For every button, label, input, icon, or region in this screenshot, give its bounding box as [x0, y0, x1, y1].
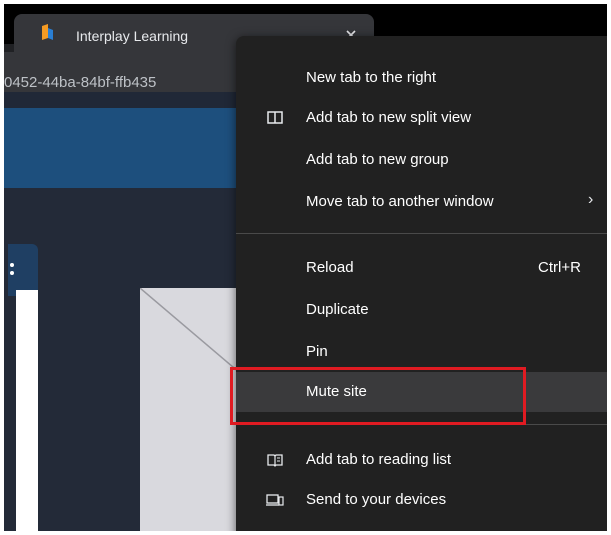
interplay-learning-logo-icon — [40, 24, 54, 42]
chevron-right-icon: › — [588, 191, 594, 208]
reload-shortcut: Ctrl+R — [538, 259, 581, 276]
tab-context-menu: New tab to the right Add tab to new spli… — [236, 36, 607, 531]
address-bar-url[interactable]: 0452-44ba-84bf-ffb435 — [4, 74, 156, 91]
menu-item-duplicate[interactable]: Duplicate — [236, 290, 607, 330]
left-panel — [16, 290, 38, 531]
menu-item-new-group[interactable]: Add tab to new group — [236, 140, 607, 180]
menu-separator — [236, 424, 607, 425]
menu-item-new-tab-right[interactable]: New tab to the right — [236, 58, 607, 98]
drag-handle-icon — [8, 261, 16, 281]
menu-item-reload[interactable]: Reload Ctrl+R — [236, 248, 607, 288]
menu-item-pin[interactable]: Pin — [236, 332, 607, 372]
devices-icon — [266, 491, 284, 509]
menu-separator — [236, 233, 607, 234]
split-view-icon — [266, 109, 284, 127]
tab-title: Interplay Learning — [76, 28, 189, 44]
menu-item-send-devices[interactable]: Send to your devices — [236, 480, 607, 520]
menu-item-split-view[interactable]: Add tab to new split view — [236, 98, 607, 138]
menu-item-mute-site[interactable]: Mute site — [236, 372, 607, 412]
menu-item-move-window[interactable]: Move tab to another window › — [236, 182, 607, 222]
browser-window: Interplay Learning 0452-44ba-84bf-ffb435 — [4, 4, 607, 531]
menu-item-reading-list[interactable]: Add tab to reading list — [236, 440, 607, 480]
reading-list-icon — [266, 451, 284, 469]
